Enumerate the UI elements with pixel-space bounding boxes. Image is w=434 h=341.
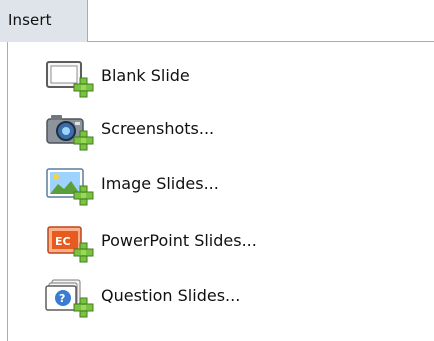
insert-menu-title: Insert [8,11,52,29]
question-slides-label: Question Slides... [101,286,241,305]
svg-text:?: ? [59,292,65,305]
blank-slide-label: Blank Slide [101,66,190,85]
camera-add-icon [40,105,98,157]
menu-item-powerpoint-slides[interactable]: EC PowerPoint Slides... [40,217,370,269]
blank-slide-add-icon [40,52,98,104]
insert-menu-header[interactable]: Insert [0,0,88,42]
powerpoint-slides-label: PowerPoint Slides... [101,231,257,250]
insert-menu: Insert Blank Slide Screenshots... Image … [0,0,434,341]
question-slide-add-icon: ? [40,272,98,324]
menu-top-divider [88,41,434,42]
menu-item-screenshots[interactable]: Screenshots... [40,105,370,157]
image-slides-label: Image Slides... [101,174,219,193]
menu-item-image-slides[interactable]: Image Slides... [40,160,370,212]
menu-item-question-slides[interactable]: ? Question Slides... [40,272,370,324]
powerpoint-slide-add-icon: EC [40,217,98,269]
svg-text:EC: EC [55,235,71,248]
menu-item-blank-slide[interactable]: Blank Slide [40,52,370,104]
image-slide-add-icon [40,160,98,212]
menu-left-divider [7,42,8,341]
screenshots-label: Screenshots... [101,119,215,138]
